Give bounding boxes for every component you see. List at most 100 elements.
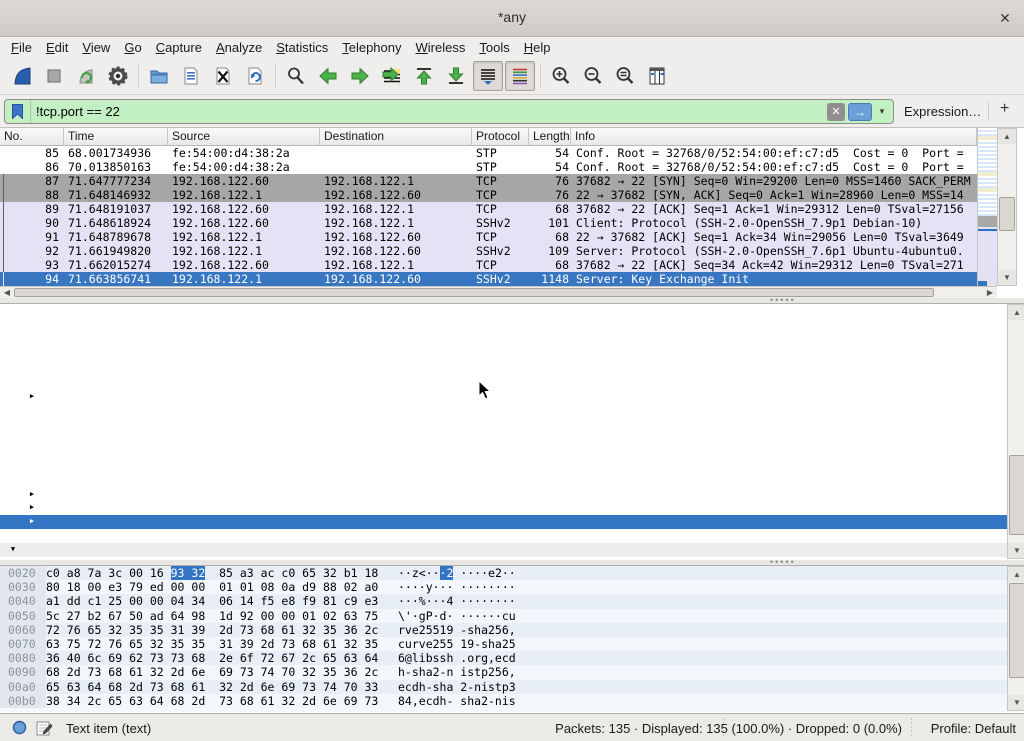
status-profile[interactable]: Profile: Default	[931, 721, 1016, 736]
column-header[interactable]: Info	[571, 128, 977, 145]
column-header[interactable]: Protocol	[472, 128, 529, 145]
detail-line[interactable]: [Stream index: 0]	[0, 307, 1007, 321]
menu-item[interactable]: Edit	[39, 38, 75, 57]
scroll-down-icon[interactable]: ▼	[1008, 695, 1024, 710]
hex-row[interactable]: 006072 76 65 32 35 35 31 39 2d 73 68 61 …	[0, 623, 1024, 637]
resize-columns-icon[interactable]	[642, 61, 672, 91]
detail-line[interactable]: [Checksum Status: Unverified]	[0, 460, 1007, 474]
expand-arrow-icon[interactable]: ▶	[27, 488, 37, 502]
detail-line[interactable]: [Calculated window size: 29056]	[0, 418, 1007, 432]
menu-item[interactable]: Statistics	[269, 38, 335, 57]
menu-item[interactable]: Tools	[472, 38, 516, 57]
zoom-original-icon[interactable]	[610, 61, 640, 91]
menu-item[interactable]: Wireless	[409, 38, 473, 57]
menu-item[interactable]: Capture	[149, 38, 209, 57]
column-header[interactable]: Destination	[320, 128, 472, 145]
restart-capture-icon[interactable]	[71, 61, 101, 91]
packet-row[interactable]: 8971.648191037192.168.122.60192.168.122.…	[0, 202, 977, 216]
detail-line[interactable]: [Next sequence number: 1122 (relative se…	[0, 349, 1007, 363]
packet-list-minimap[interactable]	[977, 128, 997, 286]
detail-line[interactable]: 1000 .... = Header Length: 32 bytes (8)	[0, 376, 1007, 390]
open-file-folder-icon[interactable]	[144, 61, 174, 91]
expert-info-icon[interactable]	[12, 720, 27, 738]
stop-capture-icon[interactable]	[39, 61, 69, 91]
colorize-icon[interactable]	[505, 61, 535, 91]
detail-line[interactable]: ▶Options: (12 bytes), No-Operation (NOP)…	[0, 488, 1007, 502]
detail-line[interactable]: ▶Flags: 0x018 (PSH, ACK)	[0, 390, 1007, 404]
zoom-in-icon[interactable]	[546, 61, 576, 91]
column-header[interactable]: Length	[529, 128, 571, 145]
hex-row[interactable]: 00505c 27 b2 67 50 ad 64 98 1d 92 00 00 …	[0, 609, 1024, 623]
menu-item[interactable]: File	[4, 38, 39, 57]
close-icon[interactable]: ✕	[996, 9, 1014, 27]
scroll-up-icon[interactable]: ▲	[1008, 567, 1024, 582]
column-header[interactable]: Source	[168, 128, 320, 145]
detail-line[interactable]: ▶[Timestamps]	[0, 515, 1007, 529]
packet-row[interactable]: 9171.648789678192.168.122.1192.168.122.6…	[0, 230, 977, 244]
display-filter-input[interactable]: !tcp.port == 22 ✕ → ▾	[4, 99, 894, 124]
scroll-right-icon[interactable]: ▶	[983, 287, 997, 298]
packet-row[interactable]: 8771.647777234192.168.122.60192.168.122.…	[0, 174, 977, 188]
bookmark-icon[interactable]	[5, 100, 31, 123]
scroll-left-icon[interactable]: ◀	[0, 287, 14, 298]
detail-line[interactable]: [Window size scaling factor: 128]	[0, 432, 1007, 446]
clear-filter-icon[interactable]: ✕	[827, 103, 845, 121]
detail-line[interactable]: Urgent pointer: 0	[0, 474, 1007, 488]
hex-row[interactable]: 009068 2d 73 68 61 32 2d 6e 69 73 74 70 …	[0, 665, 1024, 679]
close-file-icon[interactable]	[208, 61, 238, 91]
start-capture-fin-icon[interactable]	[7, 61, 37, 91]
menu-item[interactable]: Help	[517, 38, 558, 57]
apply-filter-icon[interactable]: →	[848, 103, 872, 121]
find-packet-icon[interactable]	[281, 61, 311, 91]
hex-row[interactable]: 008036 40 6c 69 62 73 73 68 2e 6f 72 67 …	[0, 651, 1024, 665]
expand-arrow-icon[interactable]: ▼	[8, 543, 18, 557]
scroll-up-icon[interactable]: ▲	[1008, 305, 1024, 320]
detail-line[interactable]: Acknowledgment number: 34 (relative ack …	[0, 363, 1007, 377]
column-header[interactable]: No.	[0, 128, 64, 145]
hex-row[interactable]: 0040a1 dd c1 25 00 00 04 34 06 14 f5 e8 …	[0, 594, 1024, 608]
packet-list-vscrollbar[interactable]: ▲ ▼	[997, 128, 1017, 286]
scroll-up-icon[interactable]: ▲	[998, 129, 1016, 144]
packet-row[interactable]: 9071.648618924192.168.122.60192.168.122.…	[0, 216, 977, 230]
menu-item[interactable]: Telephony	[335, 38, 408, 57]
capture-options-gear-icon[interactable]	[103, 61, 133, 91]
auto-scroll-icon[interactable]	[473, 61, 503, 91]
expand-arrow-icon[interactable]: ▶	[27, 390, 37, 404]
scroll-down-icon[interactable]: ▼	[998, 270, 1016, 285]
go-to-packet-icon[interactable]	[377, 61, 407, 91]
expand-arrow-icon[interactable]: ▶	[27, 515, 37, 529]
hex-vscrollbar[interactable]: ▲ ▼	[1007, 566, 1024, 711]
detail-line[interactable]: TCP payload (1080 bytes)	[0, 529, 1007, 543]
hex-row[interactable]: 007063 75 72 76 65 32 35 35 31 39 2d 73 …	[0, 637, 1024, 651]
detail-line[interactable]: Sequence number: 42 (relative sequence n…	[0, 335, 1007, 349]
hex-row[interactable]: 00b038 34 2c 65 63 64 68 2d 73 68 61 32 …	[0, 694, 1024, 708]
detail-line[interactable]: Window size value: 227	[0, 404, 1007, 418]
detail-line[interactable]: ▶[SEQ/ACK analysis]	[0, 501, 1007, 515]
scroll-down-icon[interactable]: ▼	[1008, 543, 1024, 558]
detail-line[interactable]: [TCP Segment Len: 1080]	[0, 321, 1007, 335]
menu-item[interactable]: Analyze	[209, 38, 269, 57]
go-last-icon[interactable]	[441, 61, 471, 91]
zoom-out-icon[interactable]	[578, 61, 608, 91]
packet-list-hscrollbar[interactable]: ◀ ▶	[0, 286, 997, 298]
hex-row[interactable]: 003080 18 00 e3 79 ed 00 00 01 01 08 0a …	[0, 580, 1024, 594]
go-back-icon[interactable]	[313, 61, 343, 91]
packet-row[interactable]: 8670.013850163fe:54:00:d4:38:2aSTP54Conf…	[0, 160, 977, 174]
menu-item[interactable]: View	[75, 38, 117, 57]
details-vscrollbar[interactable]: ▲ ▼	[1007, 304, 1024, 559]
detail-line[interactable]: Checksum: 0x79ed [unverified]	[0, 446, 1007, 460]
packet-row[interactable]: 8871.648146932192.168.122.1192.168.122.6…	[0, 188, 977, 202]
packet-list-header[interactable]: No.TimeSourceDestinationProtocolLengthIn…	[0, 128, 977, 146]
expression-button[interactable]: Expression…	[904, 104, 981, 119]
filter-dropdown-caret-icon[interactable]: ▾	[875, 106, 889, 117]
detail-line[interactable]: ▼SSH Protocol	[0, 543, 1007, 557]
hex-row[interactable]: 0020c0 a8 7a 3c 00 16 93 32 85 a3 ac c0 …	[0, 566, 1024, 580]
go-forward-icon[interactable]	[345, 61, 375, 91]
expand-arrow-icon[interactable]: ▶	[27, 501, 37, 515]
packet-row[interactable]: 9371.662015274192.168.122.60192.168.122.…	[0, 258, 977, 272]
filter-text[interactable]: !tcp.port == 22	[31, 104, 827, 119]
add-filter-button[interactable]: +	[1000, 100, 1009, 118]
column-header[interactable]: Time	[64, 128, 168, 145]
hex-row[interactable]: 00a065 63 64 68 2d 73 68 61 32 2d 6e 69 …	[0, 680, 1024, 694]
menu-item[interactable]: Go	[117, 38, 148, 57]
